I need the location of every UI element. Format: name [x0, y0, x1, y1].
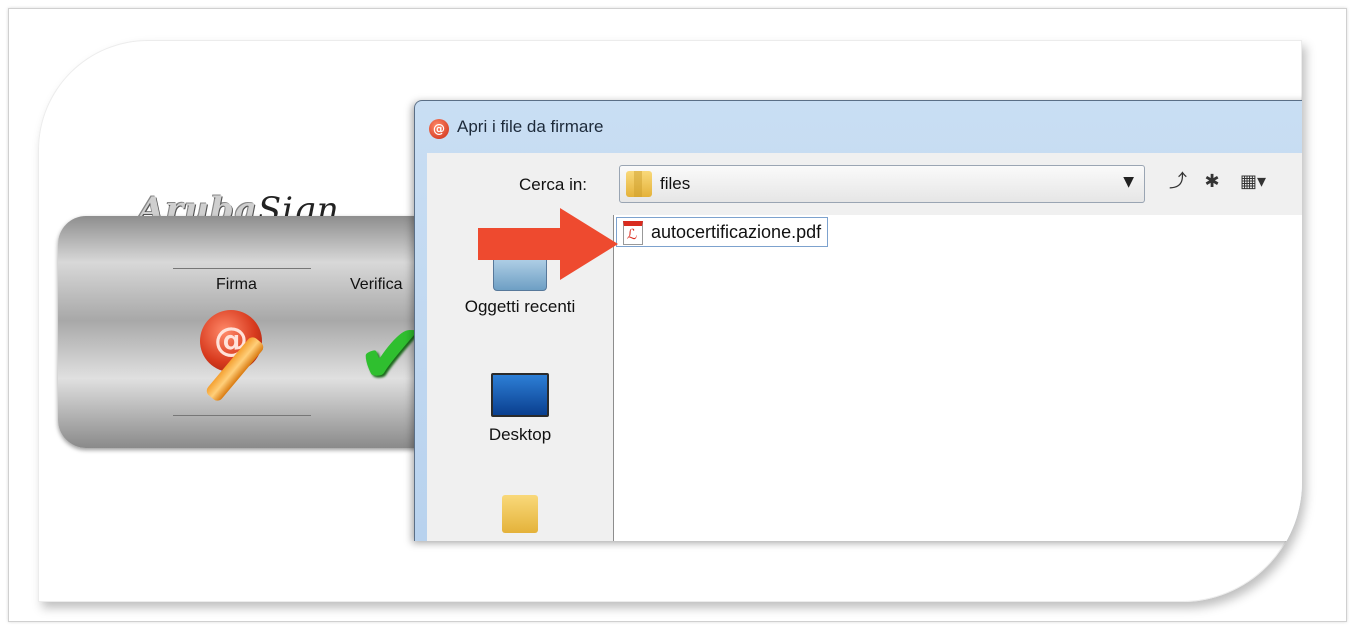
place-label-desktop: Desktop	[488, 425, 552, 444]
look-in-label: Cerca in:	[519, 175, 588, 194]
annotation-arrow-icon	[478, 208, 618, 280]
content-card: ArubaSign Firma Verifica @ ✔ @ Apri i fi…	[38, 40, 1302, 602]
pdf-file-icon	[623, 221, 643, 245]
arrow-shape	[478, 208, 618, 280]
firma-label: Firma	[216, 276, 257, 293]
place-desktop[interactable]: Desktop	[427, 373, 613, 445]
documents-folder-icon	[502, 495, 538, 533]
place-label-recent: Oggetti recenti	[464, 297, 576, 316]
file-name: autocertificazione.pdf	[651, 222, 822, 242]
dialog-title: Apri i file da firmare	[457, 117, 604, 136]
dropdown-arrow-icon[interactable]: ▼	[1123, 174, 1134, 190]
up-folder-icon[interactable]: ⤴	[1165, 169, 1191, 195]
look-in-dropdown[interactable]: files ▼	[619, 165, 1145, 203]
place-documents[interactable]	[427, 495, 613, 533]
new-folder-icon[interactable]: ✱	[1199, 169, 1225, 195]
file-list-area[interactable]: autocertificazione.pdf	[614, 215, 1302, 541]
desktop-icon	[491, 373, 549, 417]
open-file-dialog: @ Apri i file da firmare Cerca in: files…	[414, 100, 1302, 541]
verifica-label: Verifica	[350, 276, 403, 293]
view-menu-icon[interactable]: ▦▾	[1233, 169, 1273, 195]
look-in-value: files	[660, 174, 691, 193]
aruba-seal-icon: @	[429, 119, 449, 139]
folder-icon	[626, 171, 652, 197]
file-item-pdf[interactable]: autocertificazione.pdf	[616, 217, 829, 247]
